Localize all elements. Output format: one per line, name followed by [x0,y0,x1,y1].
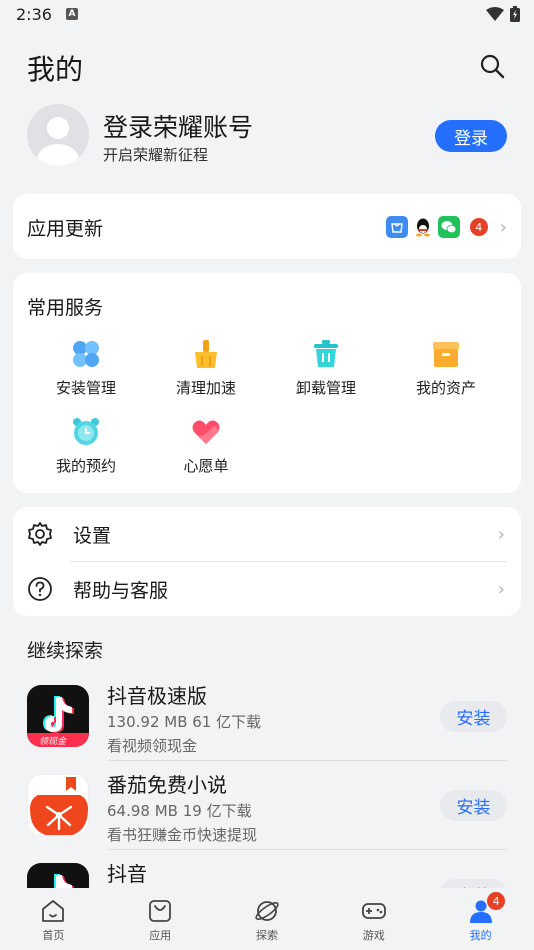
app-name: 番茄免费小说 [107,773,227,797]
search-button[interactable] [478,52,506,80]
install-button[interactable]: 安装 [440,879,507,888]
app-description: 看视频领现金 [107,737,198,755]
status-icons [486,6,520,22]
wishlist-heart-icon [192,420,220,444]
list-item[interactable]: 领现金 抖音极速版 130.92 MB 61 亿下载 看视频领现金 安装 [27,672,507,761]
service-reservation[interactable]: 我的预约 [26,417,146,476]
battery-icon [510,6,520,22]
search-icon [480,54,505,79]
nav-label: 探索 [255,929,278,942]
app-update-label: 应用更新 [27,218,104,240]
service-label: 我的资产 [415,379,476,397]
nav-mine[interactable]: 4 我的 [427,888,534,950]
settings-label: 设置 [73,524,112,547]
page-title: 我的 [27,53,84,86]
reservation-clock-icon [73,418,99,445]
login-button[interactable]: 登录 [435,120,507,152]
profile-subtitle: 开启荣耀新征程 [103,146,209,164]
app-description: 看书狂赚金币快速提现 [107,826,258,844]
list-item[interactable]: 抖音 安装 [27,850,507,888]
service-label: 清理加速 [175,379,236,397]
avatar[interactable] [27,104,89,166]
wifi-icon [486,7,504,21]
install-button[interactable]: 安装 [440,790,507,821]
help-icon [28,577,52,601]
home-icon [42,900,65,922]
uninstall-manage-icon [314,340,338,367]
service-clean-boost[interactable]: 清理加速 [146,339,266,398]
chevron-right-icon: › [497,523,505,545]
update-count-badge: 4 [469,218,488,236]
app-meta: 130.92 MB 61 亿下载 [107,713,262,731]
service-install-manage[interactable]: 安装管理 [26,339,146,398]
install-button[interactable]: 安装 [440,701,507,732]
nav-label: 应用 [149,929,172,942]
service-label: 心愿单 [183,457,229,475]
common-services-card: 常用服务 安装管理 清理加速 卸载管理 我的资产 我的预约 心愿单 [13,273,521,493]
settings-card: 设置 › 帮助与客服 › [13,507,521,616]
service-label: 安装管理 [55,379,116,397]
chevron-right-icon: › [497,578,505,600]
planet-icon [255,901,279,921]
service-wishlist[interactable]: 心愿单 [146,417,266,476]
app-list[interactable]: 领现金 抖音极速版 130.92 MB 61 亿下载 看视频领现金 安装 番茄免… [0,672,534,888]
install-manage-icon [73,341,99,367]
service-label: 卸载管理 [295,379,356,397]
app-name: 抖音 [107,862,147,886]
default-avatar-icon [37,117,79,166]
my-assets-icon [433,342,459,367]
fanqie-novel-app-icon [27,774,89,836]
status-bar: 2:36 A [0,0,534,28]
gear-icon [28,522,52,546]
apps-bag-icon [149,900,172,922]
nav-home[interactable]: 首页 [0,888,107,950]
app-meta: 64.98 MB 19 亿下载 [107,802,252,820]
gamepad-icon [361,903,386,919]
nav-badge: 4 [487,892,506,910]
douyin-app-icon [27,863,89,888]
notification-icon: A [65,8,78,20]
chevron-right-icon: › [499,216,507,238]
nav-label: 首页 [42,929,65,942]
douyin-lite-app-icon: 领现金 [27,685,89,747]
profile-section[interactable]: 登录荣耀账号 开启荣耀新征程 登录 [27,104,507,166]
status-time: 2:36 [16,4,52,24]
nav-explore[interactable]: 探索 [214,888,321,950]
app-update-card[interactable]: 应用更新 4 › [13,194,521,259]
wechat-icon [437,216,460,238]
clean-boost-icon [195,340,217,368]
help-row[interactable]: 帮助与客服 › [13,562,521,616]
list-item[interactable]: 番茄免费小说 64.98 MB 19 亿下载 看书狂赚金币快速提现 安装 [27,761,507,850]
bottom-nav: 首页 应用 探索 游戏 4 我的 [0,888,534,950]
settings-row[interactable]: 设置 › [13,507,521,561]
nav-apps[interactable]: 应用 [107,888,214,950]
app-market-icon [385,216,408,238]
nav-label: 游戏 [362,929,385,942]
service-label: 我的预约 [55,457,116,475]
qq-icon [411,216,434,238]
service-uninstall-manage[interactable]: 卸载管理 [266,339,386,398]
update-app-icons: 4 › [385,216,507,238]
help-label: 帮助与客服 [73,579,169,602]
explore-title: 继续探索 [27,640,104,662]
nav-games[interactable]: 游戏 [320,888,427,950]
app-name: 抖音极速版 [107,684,207,708]
service-my-assets[interactable]: 我的资产 [386,339,506,398]
app-icon-badge: 领现金 [39,737,67,747]
services-title: 常用服务 [27,297,104,319]
nav-label: 我的 [469,929,492,942]
profile-name[interactable]: 登录荣耀账号 [103,108,253,144]
